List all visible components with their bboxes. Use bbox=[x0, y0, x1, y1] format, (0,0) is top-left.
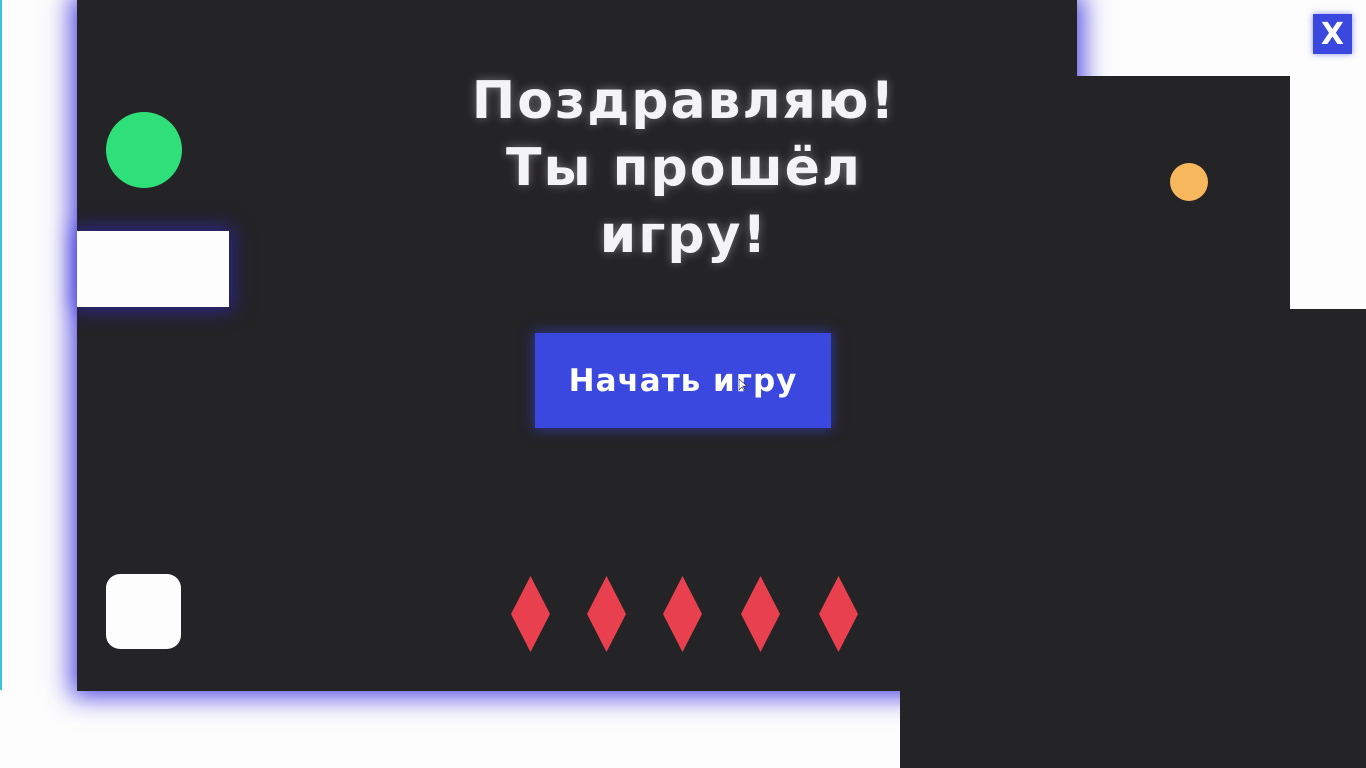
congrats-title-line-2: Ты прошёл bbox=[505, 138, 863, 198]
congrats-title-line-3: игру! bbox=[599, 205, 769, 265]
spike bbox=[587, 576, 626, 652]
congrats-title-line-1: Поздравляю! bbox=[471, 71, 897, 131]
white-block-tile bbox=[106, 574, 181, 649]
spike bbox=[819, 576, 858, 652]
player-ball bbox=[106, 112, 182, 188]
game-screen: Поздравляю! Ты прошёл игру! Начать игру … bbox=[0, 0, 1366, 768]
playfield-bottom-right bbox=[989, 600, 1366, 768]
close-icon: X bbox=[1320, 16, 1345, 52]
coin-pickup bbox=[1170, 163, 1208, 201]
start-game-button-label: Начать игру bbox=[568, 362, 798, 399]
wall-right-column bbox=[1290, 76, 1366, 309]
spike bbox=[511, 576, 550, 652]
spike bbox=[663, 576, 702, 652]
wall-left-ledge bbox=[77, 231, 229, 307]
congrats-title: Поздравляю! Ты прошёл игру! bbox=[430, 68, 938, 269]
spike bbox=[741, 576, 780, 652]
left-edge-line bbox=[0, 0, 2, 690]
mouse-cursor-icon bbox=[738, 376, 748, 392]
start-game-button[interactable]: Начать игру bbox=[535, 333, 831, 428]
close-button[interactable]: X bbox=[1313, 14, 1352, 54]
